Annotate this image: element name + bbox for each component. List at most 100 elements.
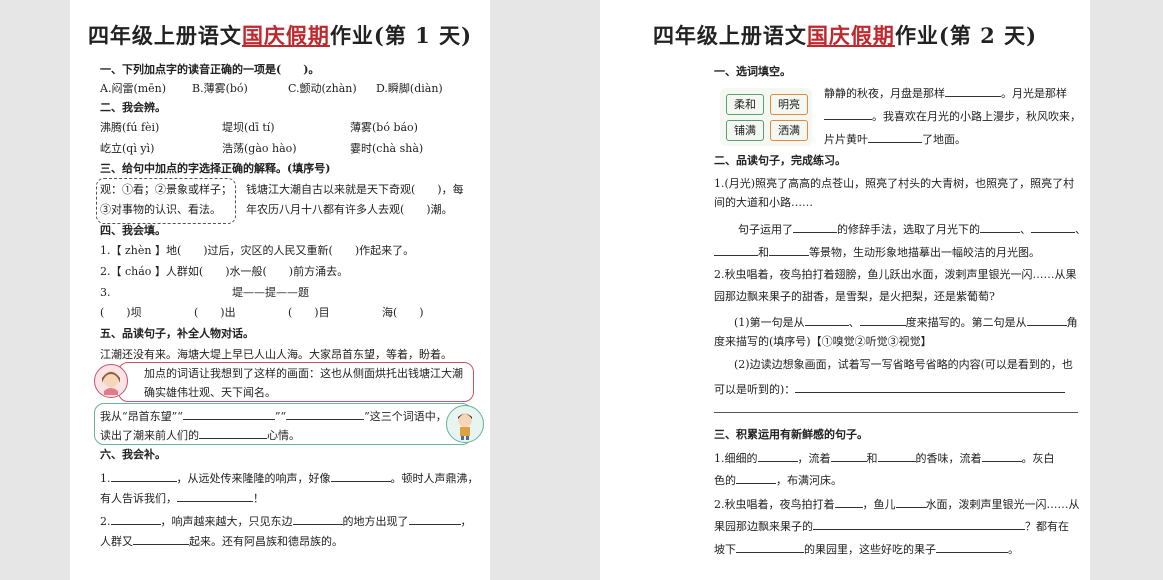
answer-blank[interactable] xyxy=(330,470,391,482)
answer-blank[interactable] xyxy=(868,131,922,143)
girl-avatar xyxy=(94,364,128,398)
answer-blank[interactable] xyxy=(110,513,161,525)
page-title: 四年级上册语文国庆假期作业(第 1 天) xyxy=(87,23,473,48)
section-3-heading: 三、给句中加点的字选择正确的解释。(填序号) xyxy=(100,162,331,175)
page-gap xyxy=(490,0,600,580)
fill-line: 色的 ，布满河床。 xyxy=(714,472,842,487)
fill-line: 静静的秋夜，月盘是那样 。月光是那样 xyxy=(824,85,1067,100)
section-5-heading: 五、品读句子，补全人物对话。 xyxy=(100,327,254,340)
passage-text: 2.秋虫唱着，夜鸟拍打着翅膀，鱼儿跃出水面，泼剌声里银光一闪……从果 xyxy=(714,268,1077,281)
pinyin-item: 薄雾(bó báo) xyxy=(350,121,418,134)
answer-blank[interactable] xyxy=(804,314,849,326)
question-line: 可以是听到的)： xyxy=(714,381,1066,397)
word-option[interactable]: 明亮 xyxy=(770,94,808,115)
pinyin-item: 堤坝(dī tí) xyxy=(222,121,275,134)
answer-blank[interactable] xyxy=(859,314,906,326)
pinyin-item: 浩荡(gào hào) xyxy=(222,142,297,155)
answer-blank[interactable] xyxy=(408,513,461,525)
answer-blank[interactable] xyxy=(714,244,758,256)
answer-blank[interactable] xyxy=(736,472,776,484)
fill-line: 坡下 的果园里，这些好吃的果子。 xyxy=(714,541,1019,556)
answer-blank[interactable] xyxy=(980,221,1020,233)
answer-blank[interactable] xyxy=(1031,221,1075,233)
word-option[interactable]: 铺满 xyxy=(726,120,764,141)
passage-text: 园那边飘来果子的甜香，是雪梨，是火把梨，还是紫葡萄? xyxy=(714,290,995,303)
answer-blank[interactable] xyxy=(199,427,267,439)
page-title: 四年级上册语文国庆假期作业(第 2 天) xyxy=(652,23,1038,48)
item-number: 3. xyxy=(100,286,111,299)
question-line: 度来描写的(填序号)【①嗅觉②听觉③视觉】 xyxy=(714,335,932,348)
section-2-heading: 二、我会辨。 xyxy=(100,101,166,114)
answer-blank[interactable] xyxy=(813,518,1025,530)
fill-line: 2.秋虫唱着，夜鸟拍打着 ，鱼儿 水面，泼剌声里银光一闪……从 xyxy=(714,496,1080,511)
word-option[interactable]: 洒满 xyxy=(770,120,808,141)
answer-blank[interactable] xyxy=(895,496,926,508)
answer-blank[interactable] xyxy=(292,513,343,525)
option-c: C.颤动(zhàn) xyxy=(288,82,357,95)
answer-blank[interactable] xyxy=(182,408,275,420)
section-1-heading: 一、选词填空。 xyxy=(714,65,791,78)
fill-line: (1)第一句是从、度来描写的。第二句是从角 xyxy=(734,314,1078,329)
answer-blank[interactable] xyxy=(769,244,809,256)
answer-blank[interactable] xyxy=(736,541,804,553)
worksheet-page-2[interactable]: 四年级上册语文国庆假期作业(第 2 天) 一、选词填空。 柔和 明亮 铺满 洒满… xyxy=(600,0,1090,580)
word-option[interactable]: 柔和 xyxy=(726,94,764,115)
fill-blank: 海( ) xyxy=(382,306,424,319)
fill-line: 2. ，响声越来越大，只见东边 的地方出现了， xyxy=(100,513,472,528)
answer-blank[interactable] xyxy=(981,450,1022,462)
fill-line: 有人告诉我们，！ xyxy=(100,490,264,505)
answer-blank[interactable] xyxy=(757,450,798,462)
fill-line: 人群又 起来。还有阿昌族和德昂族的。 xyxy=(100,533,343,548)
answer-blank[interactable] xyxy=(286,408,365,420)
passage-text: 1.(月光)照亮了高高的点苍山，照亮了村头的大青树，也照亮了，照亮了村 xyxy=(714,177,1075,190)
pinyin-item: 屹立(qì yì) xyxy=(100,142,155,155)
passage-text: 间的大道和小路…… xyxy=(714,196,813,209)
boy-icon xyxy=(458,413,472,440)
section-3-heading: 三、积累运用有新鲜感的句子。 xyxy=(714,428,868,441)
fill-line: 1.【 zhèn 】地( )过后，灾区的人民又重新( )作起来了。 xyxy=(100,244,415,257)
fill-line: 1. ，从远处传来隆隆的响声，好像 。顿时人声鼎沸， xyxy=(100,470,479,485)
fill-line: 和等景物，生动形象地描摹出一幅皎洁的月光图。 xyxy=(714,244,1040,260)
answer-blank[interactable] xyxy=(830,450,867,462)
answer-blank[interactable] xyxy=(793,221,837,233)
bubble-fill-line: 我从“昂首东望”“ ”“ ”这三个词语中， xyxy=(100,408,447,423)
answer-blank[interactable] xyxy=(110,470,177,482)
fill-line: 句子运用了 的修辞手法，选取了月光下的、、 xyxy=(738,221,1086,236)
answer-blank[interactable] xyxy=(945,85,1001,97)
passage-text: 江潮还没有来。海塘大堤上早已人山人海。大家昂首东望，等着，盼着。 xyxy=(100,348,452,361)
left-margin xyxy=(0,0,70,580)
homophone-group: 堤——提——题 xyxy=(232,286,309,299)
section-4-heading: 四、我会填。 xyxy=(100,224,166,237)
answer-line[interactable] xyxy=(714,412,1078,413)
answer-blank[interactable] xyxy=(834,496,863,508)
option-d: D.瞬脚(diàn) xyxy=(376,82,443,95)
section-1-heading: 一、下列加点字的读音正确的一项是( )。 xyxy=(100,63,320,76)
answer-blank[interactable] xyxy=(936,541,1008,553)
boy-avatar xyxy=(446,405,484,443)
fill-line: 。我喜欢在月光的小路上漫步，秋风吹来， xyxy=(824,108,1081,124)
definition-line: 观：①看；②景象或样子； xyxy=(100,183,232,196)
bubble-text: 确实雄伟壮观、天下闻名。 xyxy=(144,386,276,399)
option-a: A.闷雷(mēn) xyxy=(100,82,167,95)
fill-line: 1.细细的 ，流着和的香味，流着 。灰白 xyxy=(714,450,1055,465)
answer-blank[interactable] xyxy=(877,450,916,462)
answer-blank[interactable] xyxy=(795,381,1066,393)
fill-blank: ( )出 xyxy=(194,306,236,319)
worksheet-page-1[interactable]: 四年级上册语文国庆假期作业(第 1 天) 一、下列加点字的读音正确的一项是( )… xyxy=(70,0,490,580)
sentence-line: 年农历八月十八都有许多人去观( )潮。 xyxy=(246,203,453,216)
answer-blank[interactable] xyxy=(1026,314,1067,326)
bubble-text: 加点的词语让我想到了这样的画面：这也从侧面烘托出钱塘江大潮 xyxy=(144,367,463,380)
fill-line: 片片黄叶 了地面。 xyxy=(824,131,966,146)
bubble-fill-line: 读出了潮来前人们的 心情。 xyxy=(100,427,300,442)
option-b: B.薄雾(bó) xyxy=(192,82,248,95)
pinyin-item: 霎时(chà shà) xyxy=(350,142,424,155)
answer-blank[interactable] xyxy=(824,108,872,120)
answer-blank[interactable] xyxy=(133,533,189,545)
pinyin-item: 沸腾(fú fèi) xyxy=(100,121,160,134)
question-line: (2)边读边想象画面，试着写一写省略号省略的内容(可以是看到的，也 xyxy=(734,358,1073,371)
section-6-heading: 六、我会补。 xyxy=(100,448,166,461)
girl-icon xyxy=(102,371,120,395)
right-margin xyxy=(1090,0,1163,580)
fill-blank: ( )坝 xyxy=(100,306,142,319)
answer-blank[interactable] xyxy=(177,490,253,502)
